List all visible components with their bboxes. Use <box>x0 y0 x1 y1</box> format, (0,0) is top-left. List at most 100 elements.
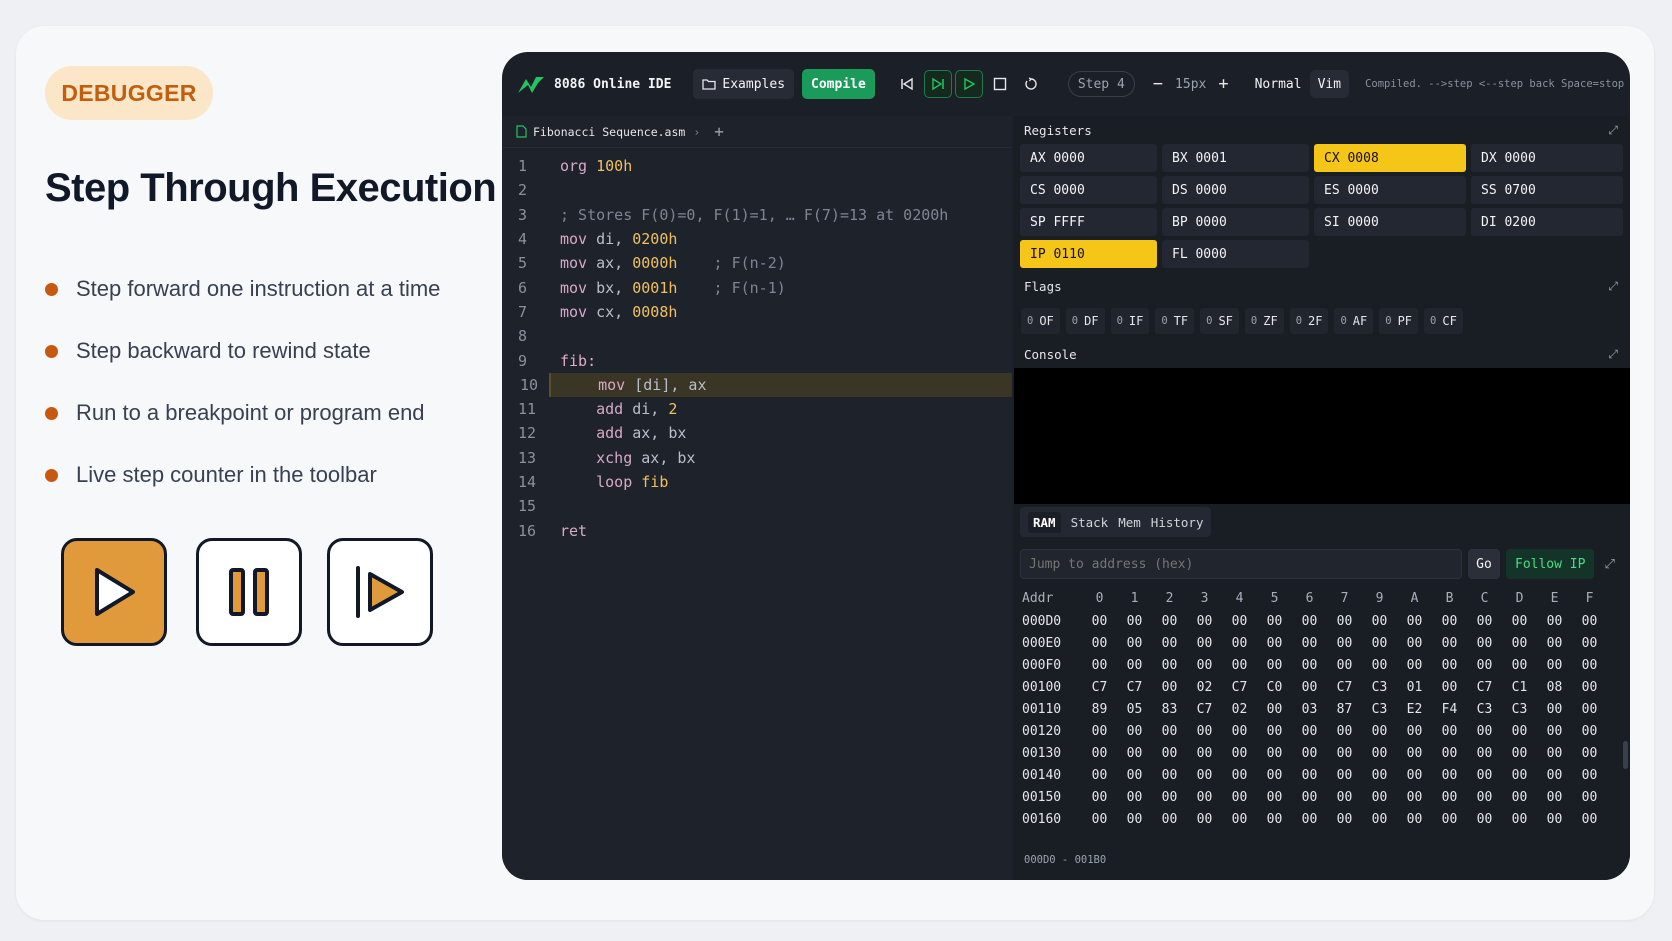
memory-byte: 00 <box>1581 679 1598 695</box>
memory-address: 00150 <box>1022 789 1062 805</box>
memory-byte: 00 <box>1126 745 1143 761</box>
ide-toolbar: 8086 Online IDE Examples Compile Step 4 … <box>502 52 1630 116</box>
examples-button[interactable]: Examples <box>693 69 795 99</box>
page-title: Step Through Execution <box>45 166 497 210</box>
memory-header-row: Addr 0 1 2 3 4 5 6 7 9 A B C D E F <box>1022 586 1630 610</box>
go-button[interactable]: Go <box>1468 549 1500 579</box>
memory-byte: 00 <box>1266 657 1283 673</box>
mode-vim[interactable]: Vim <box>1309 70 1350 98</box>
memory-byte: E2 <box>1406 701 1423 717</box>
register-name: SI <box>1324 214 1340 230</box>
play-control <box>61 538 167 646</box>
memory-row: 000F0 00 00 00 00 00 00 00 00 00 00 00 00 00 00 00 <box>1022 654 1630 676</box>
register-cx: CX 0008 <box>1314 144 1466 172</box>
status-text: Compiled. -->step <--step back Space=sto… <box>1365 78 1625 90</box>
memory-byte: C7 <box>1196 701 1213 717</box>
follow-ip-button[interactable]: Follow IP <box>1506 549 1595 579</box>
feature-item: Step forward one instruction at a time <box>45 258 440 320</box>
register-di: DI 0200 <box>1471 208 1623 236</box>
step-back-button[interactable] <box>893 70 921 98</box>
memory-byte: 00 <box>1091 811 1108 827</box>
console-output[interactable] <box>1014 368 1630 504</box>
flag-value: 0 <box>1250 315 1258 327</box>
memory-byte: 00 <box>1336 657 1353 673</box>
code-editor[interactable]: Fibonacci Sequence.asm › + 1 org 100h 2 3 ; … <box>502 116 1012 880</box>
flag-value: 0 <box>1340 315 1347 327</box>
compile-button[interactable]: Compile <box>802 69 875 99</box>
code-text: mov ax, 0000h ; F(n-2) <box>560 254 786 273</box>
code-text: mov [di], ax <box>598 375 707 394</box>
memory-byte: 00 <box>1301 657 1318 673</box>
expand-icon[interactable]: ⤢ <box>1604 557 1614 572</box>
line-number: 2 <box>518 181 528 200</box>
line-number: 12 <box>518 424 537 443</box>
expand-icon[interactable]: ⤢ <box>1608 123 1618 138</box>
memory-header-cell: B <box>1445 590 1454 606</box>
memory-scrollbar[interactable] <box>1623 741 1628 769</box>
memory-header-cell: E <box>1550 590 1559 606</box>
flag-value: 0 <box>1071 315 1079 327</box>
stop-button[interactable] <box>986 70 1014 98</box>
stop-icon <box>993 77 1007 91</box>
memory-byte: 00 <box>1266 613 1283 629</box>
memory-header-cell: 5 <box>1270 590 1279 606</box>
tab-ram[interactable]: RAM <box>1028 511 1061 533</box>
tab-mem[interactable]: Mem <box>1118 515 1141 530</box>
register-name: DX <box>1481 150 1497 166</box>
memory-header-cell: 3 <box>1200 590 1209 606</box>
flag-df: 0 DF <box>1065 308 1105 334</box>
flags-row: 0 OF 0 DF 0 IF 0 TF 0 SF 0 ZF 0 2F 0 AF 0 PF 0 CF <box>1014 300 1630 340</box>
memory-byte: 00 <box>1546 723 1563 739</box>
register-value: 0110 <box>1053 246 1085 262</box>
memory-row: 00120 00 00 00 00 00 00 00 00 00 00 00 00 00 00 00 <box>1022 720 1630 742</box>
line-number: 13 <box>518 448 537 467</box>
reset-button[interactable] <box>1017 70 1045 98</box>
memory-byte: C7 <box>1091 679 1108 695</box>
memory-byte: 00 <box>1126 723 1143 739</box>
tab-stack[interactable]: Stack <box>1071 515 1109 530</box>
memory-byte: 00 <box>1336 811 1353 827</box>
memory-byte: C3 <box>1511 701 1528 717</box>
memory-byte: 00 <box>1231 723 1248 739</box>
memory-byte: 00 <box>1441 679 1458 695</box>
step-back-icon <box>901 77 913 91</box>
tab-history[interactable]: History <box>1151 515 1204 530</box>
reset-icon <box>1025 77 1037 90</box>
step-forward-button[interactable] <box>923 70 952 98</box>
expand-icon[interactable]: ⤢ <box>1608 279 1618 294</box>
memory-byte: 00 <box>1231 657 1248 673</box>
memory-byte: 00 <box>1266 701 1283 717</box>
memory-header-cell: F <box>1585 590 1594 606</box>
registers-grid: AX 0000 BX 0001 CX 0008 DX 0000 CS 0000 DS 00… <box>1014 144 1630 268</box>
flag-value: 0 <box>1430 315 1437 327</box>
zoom-out-button[interactable]: − <box>1153 74 1163 94</box>
run-button[interactable] <box>954 70 983 98</box>
memory-header-cell: 6 <box>1305 590 1314 606</box>
folder-icon <box>702 79 717 90</box>
address-input[interactable] <box>1020 549 1462 579</box>
line-number: 14 <box>518 473 537 491</box>
memory-tabs: RAM Stack Mem History <box>1014 504 1630 540</box>
memory-byte: 00 <box>1581 723 1598 739</box>
flag-name: OF <box>1039 314 1054 328</box>
file-tab[interactable]: Fibonacci Sequence.asm <box>533 125 685 139</box>
memory-byte: 00 <box>1301 613 1318 629</box>
section-badge: DEBUGGER <box>45 66 213 120</box>
memory-header-cell: 2 <box>1165 590 1174 606</box>
mode-normal[interactable]: Normal <box>1255 77 1302 92</box>
line-number: 3 <box>518 205 528 224</box>
add-tab-button[interactable]: + <box>714 122 724 141</box>
memory-byte: 00 <box>1161 657 1178 673</box>
flag-2f: 0 2F <box>1289 308 1329 334</box>
memory-byte: 08 <box>1546 679 1563 695</box>
memory-byte: 00 <box>1546 767 1563 783</box>
code-line: 15 <box>502 494 1012 518</box>
memory-byte: C3 <box>1371 701 1388 717</box>
memory-byte: 00 <box>1546 745 1563 761</box>
expand-icon[interactable]: ⤢ <box>1608 347 1618 362</box>
memory-byte: 00 <box>1091 723 1108 739</box>
zoom-in-button[interactable]: + <box>1218 74 1228 94</box>
code-line: 11 add di, 2 <box>502 397 1012 421</box>
memory-byte: C7 <box>1231 679 1248 695</box>
memory-byte: 00 <box>1511 745 1528 761</box>
